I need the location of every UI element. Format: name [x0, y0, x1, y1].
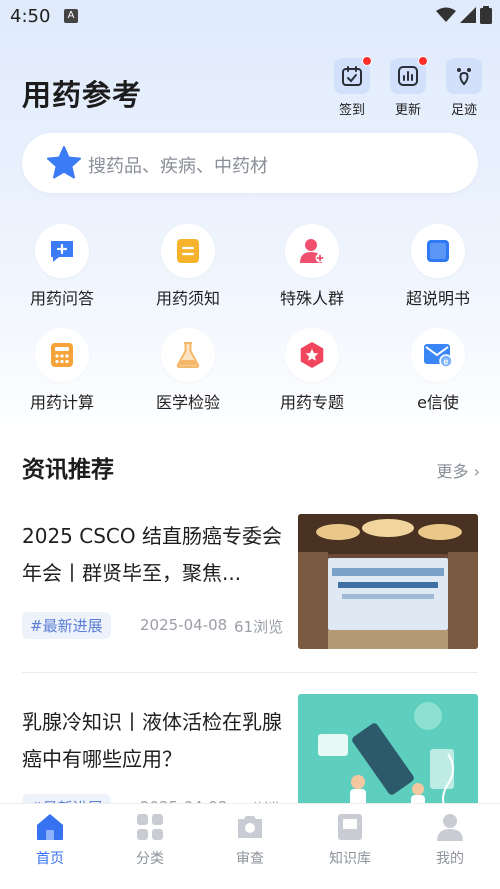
keyboard-indicator-icon: A — [64, 9, 78, 23]
status-icons — [436, 6, 492, 24]
search-bar[interactable]: 搜药品、疾病、中药材 — [22, 133, 478, 193]
news-section-title: 资讯推荐 — [22, 457, 114, 483]
news-more-link[interactable]: 更多 › — [436, 458, 480, 482]
checkin-button[interactable]: 签到 — [330, 56, 374, 118]
quick-link-dose-calculator[interactable]: 用药计算 — [0, 328, 124, 413]
battery-icon — [480, 6, 492, 24]
news-tag[interactable]: #最新进展 — [22, 612, 111, 639]
quick-link-icon-circle — [285, 224, 339, 278]
quick-link-icon-circle: e — [411, 328, 465, 382]
quick-link-special-population[interactable]: 特殊人群 — [250, 224, 374, 309]
star-search-icon — [47, 146, 81, 179]
checkin-icon-box — [334, 56, 372, 94]
category-icon — [137, 814, 163, 840]
updates-notification-dot — [418, 56, 428, 66]
calculator-icon — [51, 343, 73, 367]
tab-label: 审查 — [236, 851, 264, 867]
quick-link-medication-qa[interactable]: 用药问答 — [0, 224, 124, 309]
quick-link-label: 特殊人群 — [279, 289, 344, 308]
tab-label: 知识库 — [329, 851, 371, 867]
checkin-notification-dot — [362, 56, 372, 66]
search-placeholder: 搜药品、疾病、中药材 — [88, 156, 268, 177]
status-time: 4:50 — [10, 6, 51, 27]
quick-link-label: 用药须知 — [155, 289, 220, 308]
quick-link-icon-circle — [161, 328, 215, 382]
quick-link-icon-circle — [285, 328, 339, 382]
conference-image — [298, 514, 478, 649]
quick-link-icon-circle — [161, 224, 215, 278]
footprint-button[interactable]: 足迹 — [442, 58, 486, 118]
cellular-signal-icon — [460, 7, 476, 23]
news-title: 2025 CSCO 结直肠癌专委会年会丨群贤毕至，聚焦... — [22, 524, 282, 585]
special-person-icon — [300, 239, 325, 263]
tab-label: 我的 — [436, 851, 464, 867]
quick-link-lab-tests[interactable]: 医学检验 — [126, 328, 250, 413]
checkin-label: 签到 — [338, 103, 365, 118]
notice-icon — [177, 239, 199, 263]
quick-link-label: 医学检验 — [155, 393, 220, 412]
news-date: 2025-04-08 — [140, 616, 228, 634]
tab-label: 分类 — [136, 851, 164, 867]
news-divider — [22, 672, 478, 673]
tab-label: 首页 — [36, 851, 64, 867]
calendar-check-icon — [342, 66, 362, 86]
qa-plus-icon — [51, 241, 73, 262]
bottom-tab-bar: 首页 分类 审查 知识库 我的 — [0, 803, 500, 889]
mail-icon: e — [424, 344, 453, 368]
quick-link-e-messenger[interactable]: e e信使 — [376, 328, 500, 413]
review-icon — [238, 816, 262, 838]
svg-text:e: e — [443, 357, 448, 367]
updates-icon-box — [390, 56, 428, 94]
news-thumbnail-conference-stage — [298, 514, 478, 649]
quick-link-label: e信使 — [417, 393, 459, 412]
status-bar: 4:50 A — [0, 0, 500, 36]
more-label: 更多 — [436, 462, 469, 481]
footprint-label: 足迹 — [450, 103, 477, 118]
quick-link-medication-topics[interactable]: 用药专题 — [250, 328, 374, 413]
news-views: 61浏览 — [234, 618, 284, 636]
book-icon — [427, 240, 449, 262]
footprint-icon-box — [446, 58, 482, 94]
home-icon — [37, 814, 63, 840]
updates-label: 更新 — [394, 103, 421, 118]
tab-category[interactable]: 分类 — [100, 804, 200, 889]
news-title: 乳腺冷知识丨液体活检在乳腺癌中有哪些应用？ — [22, 710, 282, 771]
footprint-icon — [457, 68, 471, 86]
knowledge-icon — [338, 814, 362, 840]
profile-icon — [437, 814, 463, 841]
flask-icon — [176, 342, 200, 368]
quick-link-label: 超说明书 — [405, 289, 470, 308]
updates-button[interactable]: 更新 — [386, 56, 430, 118]
wifi-icon — [436, 7, 456, 22]
header-actions: 签到 更新 足迹 — [330, 56, 486, 118]
tab-review[interactable]: 审查 — [200, 804, 300, 889]
news-item[interactable]: 2025 CSCO 结直肠癌专委会年会丨群贤毕至，聚焦... #最新进展 202… — [22, 514, 478, 658]
chevron-right-icon: › — [473, 462, 480, 481]
quick-link-label: 用药问答 — [29, 289, 94, 308]
quick-link-icon-circle — [35, 224, 89, 278]
quick-link-off-label[interactable]: 超说明书 — [376, 224, 500, 309]
quick-link-label: 用药专题 — [279, 393, 344, 412]
topic-star-icon — [300, 342, 324, 368]
quick-link-icon-circle — [411, 224, 465, 278]
quick-link-medication-notice[interactable]: 用药须知 — [126, 224, 250, 309]
quick-link-label: 用药计算 — [29, 393, 94, 412]
tab-profile[interactable]: 我的 — [400, 804, 500, 889]
tab-home[interactable]: 首页 — [0, 804, 100, 889]
quick-link-icon-circle — [35, 328, 89, 382]
tab-knowledge-base[interactable]: 知识库 — [300, 804, 400, 889]
bar-chart-icon — [398, 66, 418, 86]
page-title: 用药参考 — [22, 78, 143, 112]
